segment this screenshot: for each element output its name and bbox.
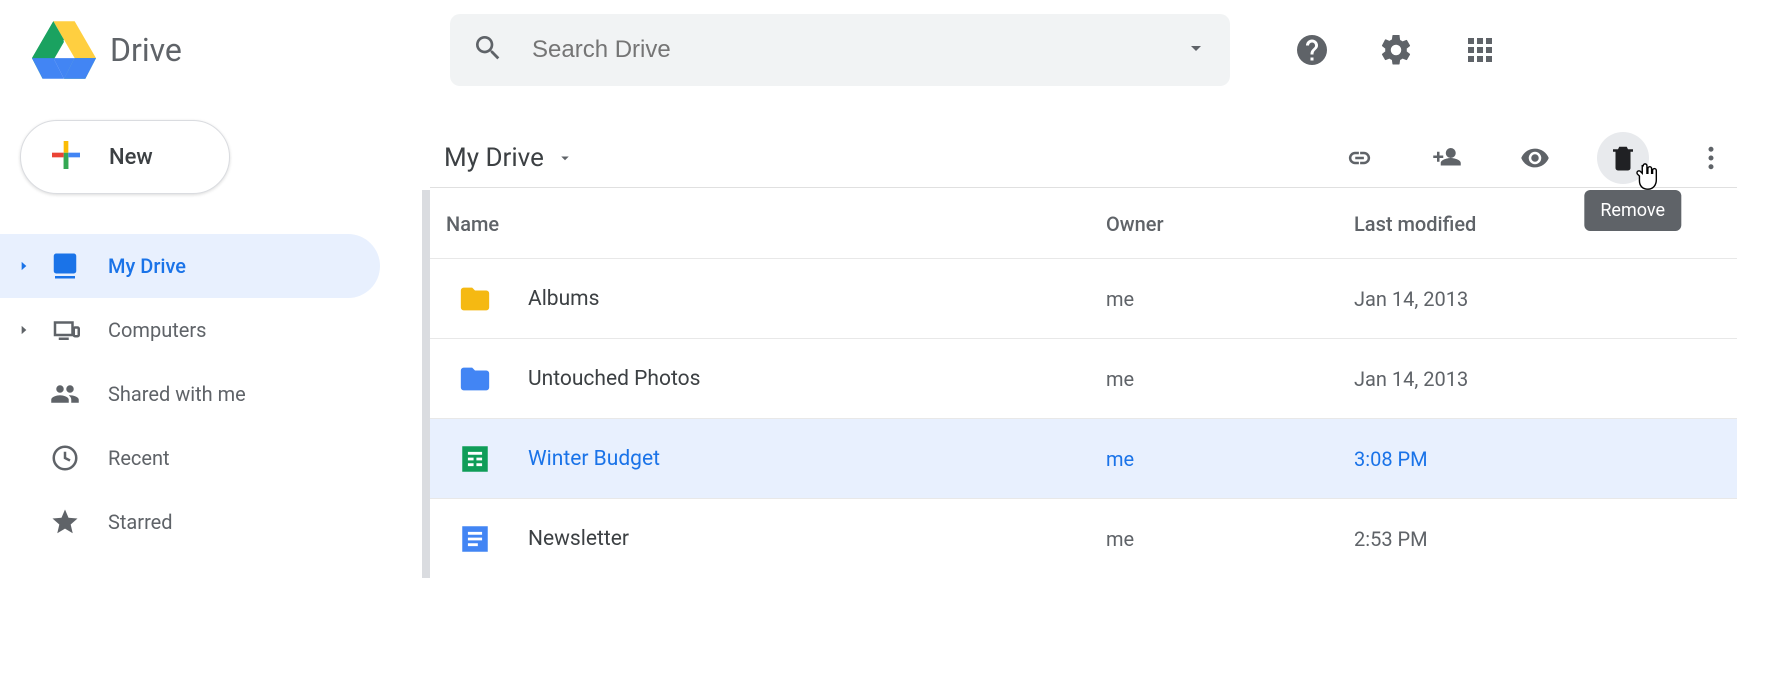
- preview-button[interactable]: [1509, 132, 1561, 184]
- expand-icon[interactable]: [14, 323, 34, 337]
- sidebar-item-starred[interactable]: Starred: [0, 490, 380, 554]
- get-link-button[interactable]: [1333, 132, 1385, 184]
- file-row[interactable]: Newsletter me 2:53 PM: [430, 498, 1737, 578]
- search-icon: [472, 32, 504, 68]
- file-name: Untouched Photos: [528, 367, 1106, 391]
- new-button[interactable]: New: [20, 120, 230, 194]
- sidebar-item-label: Shared with me: [108, 382, 246, 406]
- new-button-label: New: [109, 145, 153, 170]
- file-owner: me: [1106, 527, 1354, 551]
- sheets-icon: [458, 442, 528, 476]
- sidebar-item-computers[interactable]: Computers: [0, 298, 380, 362]
- star-icon: [40, 507, 90, 537]
- file-list: Name Owner Last modified Albums me Jan 1…: [422, 190, 1737, 578]
- file-owner: me: [1106, 367, 1354, 391]
- plus-icon: [45, 134, 87, 180]
- file-name: Newsletter: [528, 527, 1106, 551]
- share-button[interactable]: [1421, 132, 1473, 184]
- trash-icon: [1608, 143, 1638, 173]
- gear-icon: [1378, 32, 1414, 68]
- file-modified: Jan 14, 2013: [1354, 367, 1737, 391]
- sidebar-item-label: Starred: [108, 510, 173, 534]
- chevron-down-icon: [556, 149, 574, 167]
- search-input[interactable]: [532, 36, 1184, 64]
- sidebar-item-shared[interactable]: Shared with me: [0, 362, 380, 426]
- help-icon: [1294, 32, 1330, 68]
- apps-button[interactable]: [1458, 28, 1502, 72]
- add-person-icon: [1432, 143, 1462, 173]
- computers-icon: [40, 315, 90, 345]
- apps-grid-icon: [1462, 32, 1498, 68]
- file-name: Albums: [528, 287, 1106, 311]
- shared-icon: [40, 379, 90, 409]
- toolbar: My Drive Remove: [430, 128, 1737, 188]
- expand-icon[interactable]: [14, 259, 34, 273]
- file-modified: 2:53 PM: [1354, 527, 1737, 551]
- nav-list: My Drive Computers Shared with me: [0, 234, 430, 554]
- file-name: Winter Budget: [528, 447, 1106, 471]
- recent-icon: [40, 443, 90, 473]
- header-actions: [1290, 28, 1502, 72]
- docs-icon: [458, 522, 528, 556]
- app-header: Drive: [0, 0, 1777, 100]
- settings-button[interactable]: [1374, 28, 1418, 72]
- breadcrumb-label: My Drive: [444, 143, 544, 173]
- more-vertical-icon: [1696, 143, 1726, 173]
- toolbar-actions: Remove: [1333, 132, 1737, 184]
- remove-button[interactable]: Remove: [1597, 132, 1649, 184]
- folder-icon: [458, 282, 528, 316]
- file-owner: me: [1106, 287, 1354, 311]
- search-options-caret-icon[interactable]: [1184, 36, 1208, 64]
- sidebar-item-label: Recent: [108, 446, 170, 470]
- sidebar-item-label: Computers: [108, 318, 206, 342]
- file-modified: 3:08 PM: [1354, 447, 1737, 471]
- file-owner: me: [1106, 447, 1354, 471]
- column-name[interactable]: Name: [446, 212, 1106, 236]
- eye-icon: [1520, 143, 1550, 173]
- folder-icon: [458, 362, 528, 396]
- link-icon: [1344, 143, 1374, 173]
- drive-logo-icon: [32, 18, 96, 82]
- my-drive-icon: [40, 251, 90, 281]
- columns-header: Name Owner Last modified: [430, 190, 1737, 258]
- more-actions-button[interactable]: [1685, 132, 1737, 184]
- file-row[interactable]: Albums me Jan 14, 2013: [430, 258, 1737, 338]
- app-name: Drive: [110, 31, 182, 69]
- remove-tooltip: Remove: [1584, 190, 1681, 231]
- file-modified: Jan 14, 2013: [1354, 287, 1737, 311]
- logo-section[interactable]: Drive: [20, 18, 450, 82]
- sidebar-item-my-drive[interactable]: My Drive: [0, 234, 380, 298]
- main-content: My Drive Remove: [430, 100, 1777, 578]
- sidebar-item-label: My Drive: [108, 254, 186, 278]
- sidebar: New My Drive Computers: [0, 100, 430, 578]
- sidebar-item-recent[interactable]: Recent: [0, 426, 380, 490]
- file-row[interactable]: Winter Budget me 3:08 PM: [430, 418, 1737, 498]
- help-button[interactable]: [1290, 28, 1334, 72]
- search-bar[interactable]: [450, 14, 1230, 86]
- breadcrumb[interactable]: My Drive: [444, 143, 574, 173]
- file-row[interactable]: Untouched Photos me Jan 14, 2013: [430, 338, 1737, 418]
- column-owner[interactable]: Owner: [1106, 212, 1354, 236]
